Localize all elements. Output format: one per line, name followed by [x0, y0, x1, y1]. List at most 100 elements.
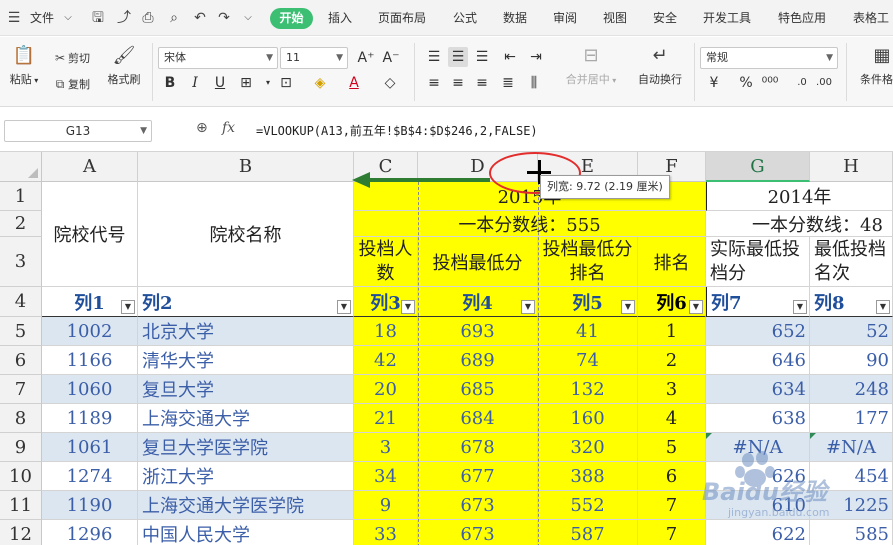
- cell-name[interactable]: 浙江大学: [138, 462, 354, 491]
- merge-small-icon[interactable]: ⊡: [276, 73, 296, 93]
- row-header[interactable]: 7: [0, 375, 42, 404]
- select-all-corner[interactable]: [0, 152, 42, 182]
- wrap-text-button[interactable]: ↵ 自动换行: [632, 45, 688, 87]
- cell-e[interactable]: 132: [538, 375, 638, 404]
- cell-h[interactable]: 177: [810, 404, 893, 433]
- cell-code[interactable]: 1166: [42, 346, 138, 375]
- increase-decimal-icon[interactable]: .0: [792, 73, 812, 93]
- cell-e[interactable]: 587: [538, 520, 638, 545]
- tab-review[interactable]: 审阅: [553, 9, 577, 27]
- indent-increase-icon[interactable]: ⇥: [526, 47, 546, 67]
- cell-name[interactable]: 上海交通大学: [138, 404, 354, 433]
- cell-code[interactable]: 1189: [42, 404, 138, 433]
- cell-e[interactable]: 41: [538, 317, 638, 346]
- cell-d[interactable]: 673: [418, 520, 538, 545]
- menu-icon[interactable]: ☰: [6, 10, 22, 26]
- chevron-down-icon[interactable]: ▾: [258, 73, 278, 93]
- filter-dropdown-icon[interactable]: ▼: [121, 300, 135, 314]
- row-header[interactable]: 3: [0, 237, 42, 287]
- tab-page-layout[interactable]: 页面布局: [378, 9, 426, 27]
- name-box[interactable]: G13 ▼: [4, 120, 152, 142]
- row-header[interactable]: 8: [0, 404, 42, 433]
- font-size-combo[interactable]: 11 ▼: [280, 47, 348, 69]
- cell-code[interactable]: 1296: [42, 520, 138, 545]
- filter-dropdown-icon[interactable]: ▼: [401, 300, 415, 314]
- conditional-format-button[interactable]: ▦ 条件格式: [852, 45, 893, 87]
- tab-view[interactable]: 视图: [603, 9, 627, 27]
- cell-c[interactable]: 42: [354, 346, 418, 375]
- column-header-h[interactable]: H: [810, 152, 893, 182]
- cell-g[interactable]: 634: [706, 375, 810, 404]
- filter-header-col8[interactable]: 列8 ▼: [810, 287, 893, 317]
- print-icon[interactable]: ⎙: [140, 10, 156, 26]
- cell-code[interactable]: 1060: [42, 375, 138, 404]
- cell-code[interactable]: 1274: [42, 462, 138, 491]
- cell-name[interactable]: 复旦大学: [138, 375, 354, 404]
- number-format-combo[interactable]: 常规 ▼: [700, 47, 838, 69]
- row-header[interactable]: 10: [0, 462, 42, 491]
- tab-home[interactable]: 开始: [270, 8, 313, 29]
- zoom-icon[interactable]: ⊕: [196, 120, 208, 136]
- column-header-a[interactable]: A: [42, 152, 138, 182]
- align-bottom-icon[interactable]: ☰: [472, 47, 492, 67]
- cell-d[interactable]: 693: [418, 317, 538, 346]
- cell-code[interactable]: 1002: [42, 317, 138, 346]
- cell-c[interactable]: 21: [354, 404, 418, 433]
- cell-c[interactable]: 3: [354, 433, 418, 462]
- header-g3[interactable]: 实际最低投档分: [706, 237, 810, 287]
- column-header-b[interactable]: B: [138, 152, 354, 182]
- cell-f[interactable]: 1: [638, 317, 706, 346]
- merge-center-button[interactable]: ⊟ 合并居中 ▾: [560, 45, 622, 87]
- cell-name[interactable]: 上海交通大学医学院: [138, 491, 354, 520]
- cell-c[interactable]: 18: [354, 317, 418, 346]
- cell-d[interactable]: 684: [418, 404, 538, 433]
- row-header[interactable]: 6: [0, 346, 42, 375]
- tab-data[interactable]: 数据: [503, 9, 527, 27]
- header-h3[interactable]: 最低投档名次: [810, 237, 893, 287]
- currency-icon[interactable]: ¥: [704, 73, 724, 93]
- function-icon[interactable]: fx: [222, 120, 235, 136]
- tab-special[interactable]: 特色应用: [778, 9, 826, 27]
- distribute-icon[interactable]: ⫼: [524, 73, 544, 93]
- undo-icon[interactable]: ↶: [192, 10, 208, 26]
- cell-c[interactable]: 20: [354, 375, 418, 404]
- italic-button[interactable]: I: [185, 73, 205, 93]
- cell-h[interactable]: 90: [810, 346, 893, 375]
- header-d3[interactable]: 投档最低分: [418, 237, 538, 287]
- cell-d[interactable]: 685: [418, 375, 538, 404]
- column-header-g[interactable]: G: [706, 152, 810, 182]
- cell-c[interactable]: 34: [354, 462, 418, 491]
- cell-f[interactable]: 2: [638, 346, 706, 375]
- header-e3[interactable]: 投档最低分排名: [538, 237, 638, 287]
- header-f3[interactable]: 排名: [638, 237, 706, 287]
- header-cutoff-2014[interactable]: 一本分数线：48: [706, 211, 893, 237]
- font-color-icon[interactable]: A: [344, 73, 364, 93]
- formula-input[interactable]: =VLOOKUP(A13,前五年!$B$4:$D$246,2,FALSE): [256, 122, 538, 139]
- filter-dropdown-icon[interactable]: ▼: [521, 300, 535, 314]
- cell-g[interactable]: 652: [706, 317, 810, 346]
- tab-security[interactable]: 安全: [653, 9, 677, 27]
- decrease-font-icon[interactable]: A⁻: [381, 48, 401, 68]
- copy-button[interactable]: ⧉ 复制: [52, 75, 90, 93]
- fill-color-icon[interactable]: ◈: [310, 73, 330, 93]
- tab-developer[interactable]: 开发工具: [703, 9, 751, 27]
- cell-g[interactable]: 646: [706, 346, 810, 375]
- cut-button[interactable]: ✂ 剪切: [52, 49, 90, 67]
- chevron-down-icon[interactable]: ⌵: [240, 10, 256, 26]
- cell-c[interactable]: 33: [354, 520, 418, 545]
- header-year-2014[interactable]: 2014年: [706, 182, 893, 211]
- row-header[interactable]: 4: [0, 287, 42, 317]
- filter-header-col2[interactable]: 列2 ▼: [138, 287, 354, 317]
- row-header[interactable]: 11: [0, 491, 42, 520]
- row-header[interactable]: 9: [0, 433, 42, 462]
- format-painter-button[interactable]: 🖌 格式刷: [104, 45, 144, 87]
- cell-name[interactable]: 清华大学: [138, 346, 354, 375]
- filter-dropdown-icon[interactable]: ▼: [621, 300, 635, 314]
- filter-dropdown-icon[interactable]: ▼: [337, 300, 351, 314]
- cell-name[interactable]: 北京大学: [138, 317, 354, 346]
- align-right-icon[interactable]: ≡: [472, 73, 492, 93]
- filter-dropdown-icon[interactable]: ▼: [876, 300, 890, 314]
- underline-button[interactable]: U: [210, 73, 230, 93]
- eraser-icon[interactable]: ◇: [380, 73, 400, 93]
- paste-button[interactable]: 📋 粘贴 ▾: [6, 45, 42, 87]
